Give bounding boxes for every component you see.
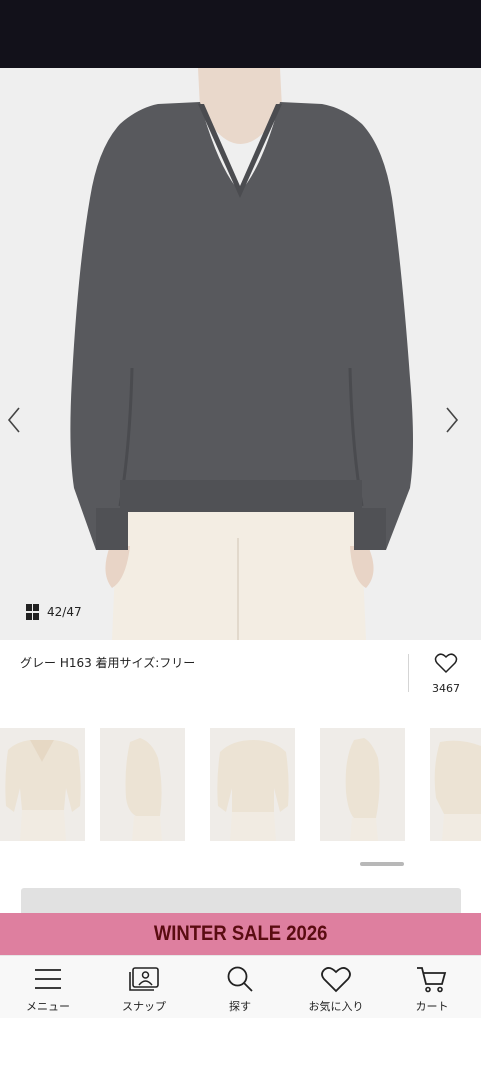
product-main-image[interactable] [0, 68, 481, 640]
thumbnail-image [0, 728, 85, 841]
nav-favorites[interactable]: お気に入り [288, 964, 384, 1014]
prev-image-button[interactable] [6, 406, 36, 450]
bottom-nav: メニュー スナップ 探す お気に入り カート [0, 955, 481, 1018]
cart-icon [417, 967, 447, 993]
status-bar [0, 0, 481, 68]
nav-cart[interactable]: カート [384, 964, 480, 1014]
grid-icon [26, 604, 39, 620]
nav-favorites-label: お気に入り [308, 1000, 364, 1013]
nav-search-label: 探す [229, 1000, 251, 1013]
counter-current: 42 [47, 605, 63, 619]
sale-banner-text: WINTER SALE 2026 [153, 922, 328, 945]
next-image-button[interactable] [444, 406, 474, 450]
heart-icon [321, 967, 351, 993]
thumb-front[interactable] [0, 728, 85, 841]
thumbnail-image [100, 728, 185, 841]
thumbnail-strip[interactable] [0, 720, 481, 850]
search-icon [227, 966, 253, 992]
heart-icon [434, 653, 458, 674]
thumbnail-image [320, 728, 405, 841]
nav-menu-label: メニュー [26, 1000, 70, 1013]
nav-menu[interactable]: メニュー [0, 964, 96, 1014]
snap-icon [129, 967, 159, 991]
thumb-side-2[interactable] [320, 728, 405, 841]
chevron-left-icon [7, 407, 20, 433]
favorite-count: 3467 [432, 682, 460, 695]
nav-cart-label: カート [415, 1000, 449, 1013]
chevron-right-icon [446, 407, 459, 433]
thumb-side[interactable] [100, 728, 185, 841]
nav-snap-label: スナップ [122, 1000, 166, 1013]
thumbnail-image [210, 728, 295, 841]
image-caption: グレー H163 着用サイズ:フリー [20, 656, 196, 670]
nav-search[interactable]: 探す [192, 964, 288, 1014]
favorite-button[interactable]: 3467 [426, 652, 466, 695]
thumb-back[interactable] [210, 728, 295, 841]
nav-snap[interactable]: スナップ [96, 964, 192, 1014]
counter-total: 47 [66, 605, 82, 619]
model-photo [0, 68, 481, 640]
menu-icon [35, 969, 61, 989]
thumbnail-image [430, 728, 481, 841]
image-caption-row: グレー H163 着用サイズ:フリー 3467 [0, 640, 481, 702]
thumb-side-3[interactable] [430, 728, 481, 841]
image-counter[interactable]: 42/47 [26, 604, 82, 620]
divider [408, 654, 409, 692]
sale-banner[interactable]: WINTER SALE 2026 [0, 913, 481, 955]
thumbnail-scroll-indicator[interactable] [360, 862, 404, 866]
page-bottom-area [0, 1018, 481, 1080]
